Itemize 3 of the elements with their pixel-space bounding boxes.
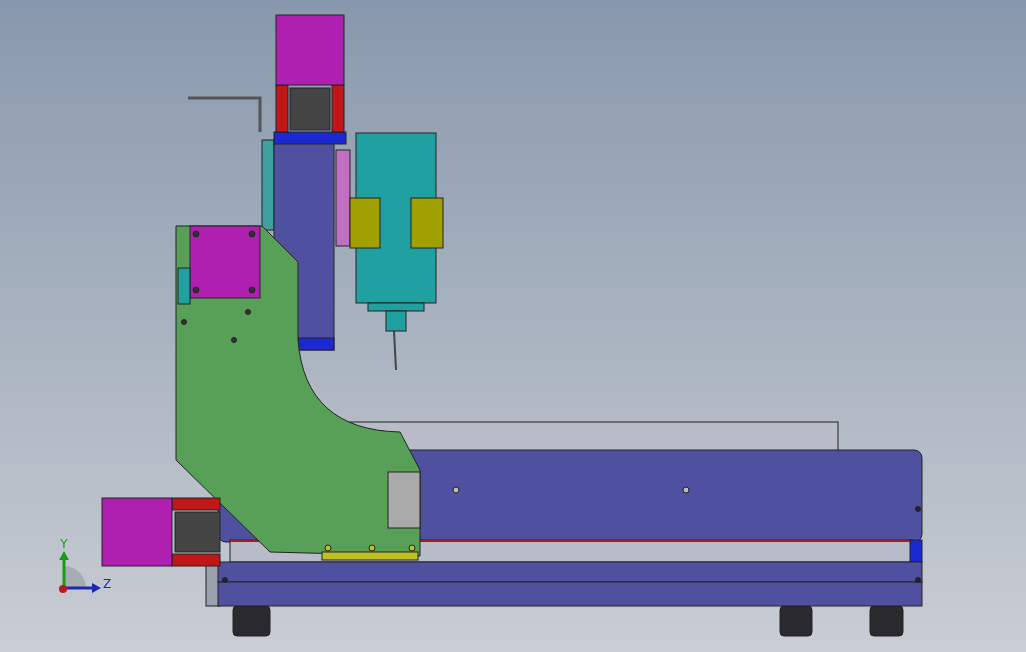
axis-label: Y bbox=[60, 537, 68, 551]
axis-label: Z bbox=[102, 577, 112, 591]
axis-triad-icon bbox=[59, 551, 101, 593]
